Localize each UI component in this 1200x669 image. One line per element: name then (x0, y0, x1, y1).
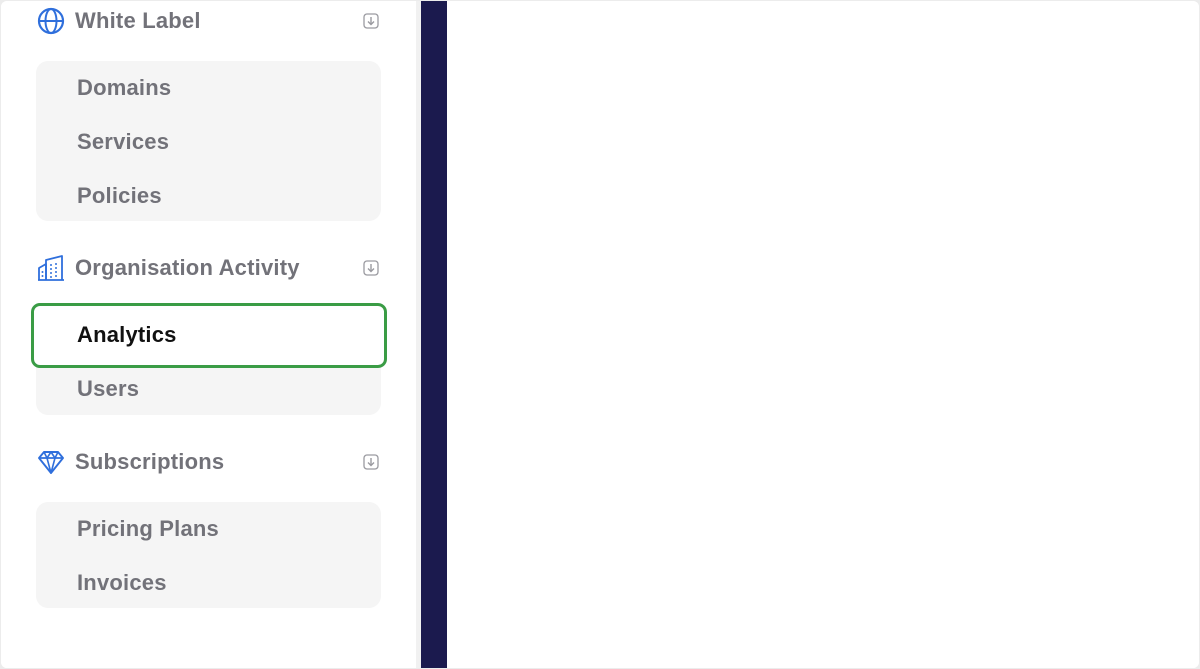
collapse-arrow-icon[interactable] (363, 260, 379, 276)
section-title: Organisation Activity (75, 255, 300, 280)
collapse-arrow-icon[interactable] (363, 454, 379, 470)
section-organisation-activity[interactable]: Organisation Activity (36, 250, 381, 286)
dark-side-panel (421, 1, 447, 668)
sidebar-item-analytics[interactable]: Analytics (77, 322, 177, 348)
app-window: White Label Domains Services Policies Or… (1, 1, 1199, 668)
main-content (447, 1, 1199, 668)
submenu-white-label: Domains Services Policies (36, 61, 381, 221)
sidebar-item-policies[interactable]: Policies (77, 183, 162, 209)
sidebar-item-invoices[interactable]: Invoices (77, 570, 167, 596)
section-title: Subscriptions (75, 449, 225, 474)
sidebar-item-pricing-plans[interactable]: Pricing Plans (77, 516, 219, 542)
sidebar-item-services[interactable]: Services (77, 129, 169, 155)
section-subscriptions[interactable]: Subscriptions (36, 444, 381, 480)
section-title: White Label (75, 8, 201, 33)
collapse-arrow-icon[interactable] (363, 13, 379, 29)
globe-icon (36, 6, 66, 36)
sidebar-item-users[interactable]: Users (77, 376, 139, 402)
sidebar: White Label Domains Services Policies Or… (1, 1, 416, 668)
section-white-label[interactable]: White Label (36, 3, 381, 39)
sidebar-item-domains[interactable]: Domains (77, 75, 171, 101)
active-item-highlight[interactable]: Analytics (31, 303, 387, 368)
building-icon (36, 253, 66, 283)
diamond-icon (36, 447, 66, 477)
submenu-subscriptions: Pricing Plans Invoices (36, 502, 381, 608)
